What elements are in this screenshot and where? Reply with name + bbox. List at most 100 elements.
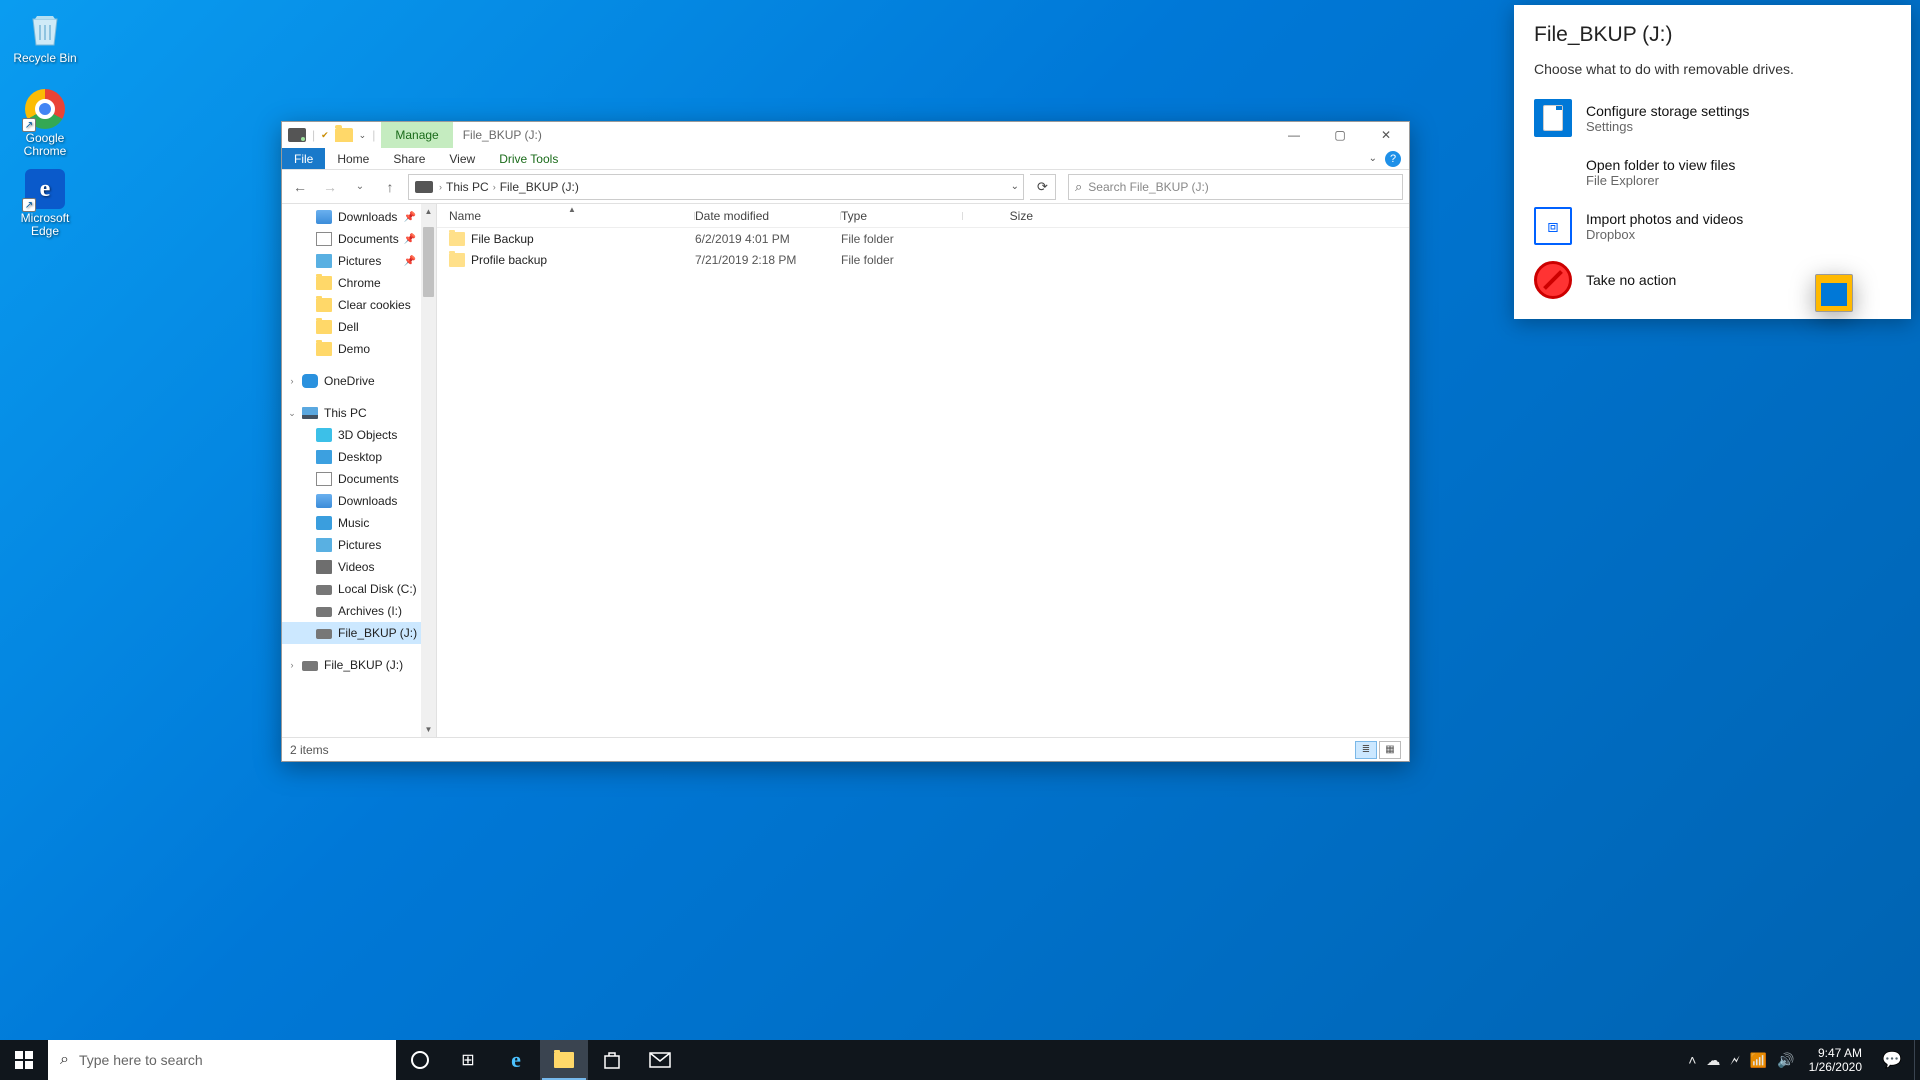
nav-onedrive[interactable]: ›OneDrive (282, 370, 436, 392)
address-dropdown-icon[interactable]: ⌄ (1011, 181, 1019, 192)
clock-date: 1/26/2020 (1809, 1060, 1862, 1074)
nav-item[interactable]: Documents (282, 468, 436, 490)
edge-icon: e↗ (24, 168, 66, 210)
nav-item[interactable]: Pictures📌 (282, 250, 436, 272)
minimize-button[interactable]: — (1271, 122, 1317, 148)
search-box[interactable]: ⌕ Search File_BKUP (J:) (1068, 174, 1403, 200)
maximize-button[interactable]: ▢ (1317, 122, 1363, 148)
desktop-icon-edge[interactable]: e↗ Microsoft Edge (6, 166, 84, 244)
forward-button[interactable]: → (318, 175, 342, 199)
folder-icon (316, 342, 332, 356)
taskbar-app-explorer[interactable] (540, 1040, 588, 1080)
drive-icon (316, 629, 332, 639)
tab-view[interactable]: View (437, 148, 487, 169)
folder-icon[interactable] (335, 128, 353, 142)
system-tray: ˄ ☁ 🗲 📶 🔊 (1682, 1040, 1800, 1080)
breadcrumb-item[interactable]: This PC (442, 180, 493, 194)
onedrive-tray-icon[interactable]: ☁ (1706, 1052, 1720, 1069)
file-row[interactable]: File Backup6/2/2019 4:01 PMFile folder (437, 228, 1409, 249)
tab-drive-tools[interactable]: Drive Tools (487, 148, 570, 169)
volume-icon[interactable]: 🔊 (1777, 1052, 1794, 1069)
nav-item-label: File_BKUP (J:) (324, 658, 403, 672)
nav-item[interactable]: Demo (282, 338, 436, 360)
desktop-icon-chrome[interactable]: ↗ Google Chrome (6, 86, 84, 164)
tab-share[interactable]: Share (381, 148, 437, 169)
nav-item[interactable]: Music (282, 512, 436, 534)
help-button[interactable]: ? (1385, 151, 1401, 167)
autoplay-option[interactable]: ⧈Import photos and videosDropbox (1534, 199, 1891, 253)
nav-item[interactable]: Clear cookies (282, 294, 436, 316)
scroll-thumb[interactable] (423, 227, 434, 297)
ribbon-expand-icon[interactable]: ⌄ (1369, 153, 1377, 164)
column-header-name[interactable]: Name▲ (449, 209, 695, 223)
file-type: File folder (841, 253, 963, 267)
refresh-button[interactable]: ⟳ (1030, 174, 1056, 200)
titlebar[interactable]: | ✔ ⌄ | Manage File_BKUP (J:) — ▢ ✕ (282, 122, 1409, 148)
expand-icon[interactable]: › (286, 660, 298, 670)
taskbar-search[interactable]: ⌕ Type here to search (48, 1040, 396, 1080)
nav-item[interactable]: Pictures (282, 534, 436, 556)
taskbar-clock[interactable]: 9:47 AM 1/26/2020 (1801, 1040, 1870, 1080)
dropbox-icon: ⧈ (1534, 207, 1572, 245)
desktop-icon-recycle-bin[interactable]: Recycle Bin (6, 6, 84, 84)
column-header-size[interactable]: Size (963, 209, 1043, 223)
tab-file[interactable]: File (282, 148, 325, 169)
desktop-icon-label: Microsoft Edge (6, 212, 84, 238)
nav-item[interactable]: Local Disk (C:) (282, 578, 436, 600)
large-icons-view-button[interactable]: ▦ (1379, 741, 1401, 759)
taskbar-app-store[interactable] (588, 1040, 636, 1080)
doc-icon (316, 472, 332, 486)
show-desktop-button[interactable] (1914, 1040, 1920, 1080)
file-row[interactable]: Profile backup7/21/2019 2:18 PMFile fold… (437, 249, 1409, 270)
task-view-button[interactable]: ⊞ (444, 1040, 492, 1080)
expand-icon[interactable]: › (286, 376, 298, 386)
address-bar[interactable]: › This PC › File_BKUP (J:) ⌄ (408, 174, 1024, 200)
contextual-tab-group: Manage (381, 122, 452, 148)
start-button[interactable] (0, 1040, 48, 1080)
quick-access-toolbar: | ✔ ⌄ | (282, 122, 381, 148)
column-header-type[interactable]: Type (841, 209, 963, 223)
close-button[interactable]: ✕ (1363, 122, 1409, 148)
nav-item[interactable]: Archives (I:) (282, 600, 436, 622)
column-header-date[interactable]: Date modified (695, 209, 841, 223)
wifi-icon[interactable]: 📶 (1750, 1052, 1767, 1069)
autoplay-option[interactable]: Configure storage settingsSettings (1534, 91, 1891, 145)
nav-item[interactable]: Dell (282, 316, 436, 338)
nav-item[interactable]: Documents📌 (282, 228, 436, 250)
nav-item-label: Clear cookies (338, 298, 411, 312)
scroll-down-icon[interactable]: ▼ (421, 722, 436, 737)
collapse-icon[interactable]: ⌄ (286, 408, 298, 419)
nav-item[interactable]: › File_BKUP (J:) (282, 654, 436, 676)
back-button[interactable]: ← (288, 175, 312, 199)
autoplay-option[interactable]: Open folder to view filesFile Explorer (1534, 145, 1891, 199)
taskbar-app-edge[interactable]: e (492, 1040, 540, 1080)
nav-item-label: Archives (I:) (338, 604, 402, 618)
ribbon-tabs: File Home Share View Drive Tools ⌄ ? (282, 148, 1409, 170)
nav-this-pc[interactable]: ⌄This PC (282, 402, 436, 424)
nav-item[interactable]: Desktop (282, 446, 436, 468)
taskbar-app-mail[interactable] (636, 1040, 684, 1080)
details-view-button[interactable]: ≣ (1355, 741, 1377, 759)
doc-icon (316, 232, 332, 246)
breadcrumb-item[interactable]: File_BKUP (J:) (496, 180, 583, 194)
nav-scrollbar[interactable]: ▲ ▼ (421, 204, 436, 737)
recent-locations-button[interactable]: ⌄ (348, 175, 372, 199)
nav-item-label: Downloads (338, 210, 397, 224)
this-pc-icon (302, 407, 318, 419)
nav-item[interactable]: Downloads📌 (282, 206, 436, 228)
up-button[interactable]: ↑ (378, 175, 402, 199)
qat-customize-icon[interactable]: ⌄ (359, 130, 367, 141)
shortcut-overlay-icon: ↗ (22, 198, 36, 212)
nav-item[interactable]: Chrome (282, 272, 436, 294)
tab-home[interactable]: Home (325, 148, 381, 169)
nav-item[interactable]: File_BKUP (J:) (282, 622, 436, 644)
battery-icon[interactable]: 🗲 (1730, 1052, 1739, 1069)
nav-item[interactable]: 3D Objects (282, 424, 436, 446)
tray-overflow-icon[interactable]: ˄ (1688, 1052, 1696, 1068)
scroll-up-icon[interactable]: ▲ (421, 204, 436, 219)
action-center-button[interactable]: 💬 (1870, 1040, 1914, 1080)
nav-item[interactable]: Videos (282, 556, 436, 578)
nav-item[interactable]: Downloads (282, 490, 436, 512)
checkmark-icon[interactable]: ✔ (321, 130, 329, 141)
cortana-button[interactable] (396, 1040, 444, 1080)
